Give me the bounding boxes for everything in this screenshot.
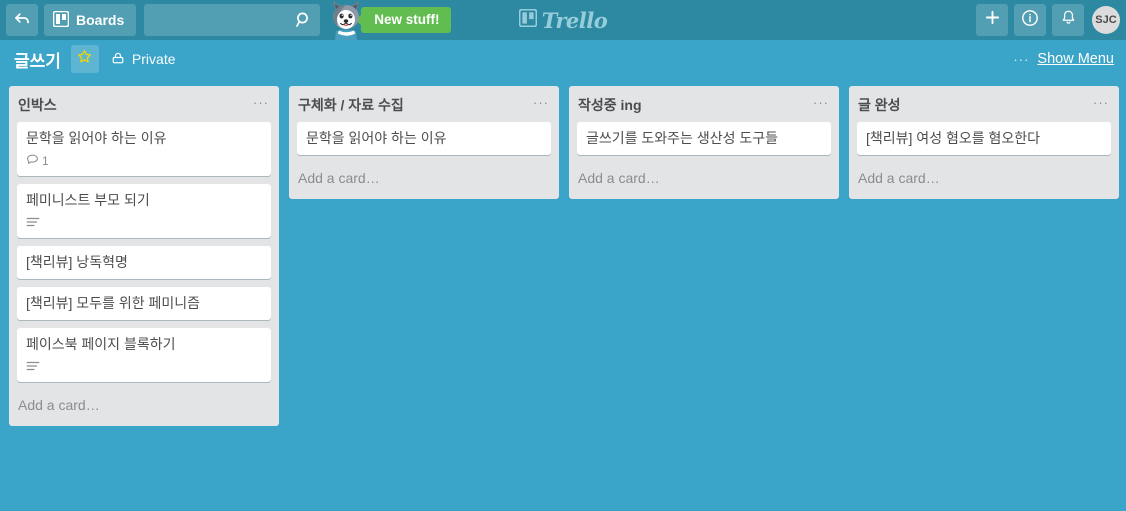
- add-card-button[interactable]: Add a card…: [9, 390, 279, 422]
- card-badge-value: 1: [42, 154, 49, 168]
- star-button[interactable]: [70, 45, 99, 73]
- board-header: 글쓰기 Private ··· Show Menu: [0, 40, 1126, 78]
- card-list: 문학을 읽어야 하는 이유 1 페미니스트 부모 되기 [책리뷰] 낭독혁명 [책리뷰]…: [9, 122, 279, 390]
- card-badges: 1: [26, 153, 263, 169]
- show-menu-button[interactable]: Show Menu: [1037, 51, 1114, 67]
- list: 글 완성 ··· [책리뷰] 여성 혐오를 혐오한다 Add a card…: [849, 86, 1119, 199]
- list-menu-button[interactable]: ···: [531, 96, 551, 110]
- board-title[interactable]: 글쓰기: [14, 47, 61, 72]
- card-title: 글쓰기를 도와주는 생산성 도구들: [586, 130, 778, 146]
- mascot-group[interactable]: New stuff!: [328, 0, 452, 40]
- card-badge-description: [26, 360, 40, 375]
- list-menu-button[interactable]: ···: [251, 96, 271, 110]
- list-header: 작성중 ing ···: [569, 86, 839, 122]
- board-visibility[interactable]: Private: [111, 51, 176, 68]
- board-header-right: ··· Show Menu: [1013, 51, 1114, 67]
- back-button[interactable]: [6, 4, 38, 36]
- card[interactable]: [책리뷰] 여성 혐오를 혐오한다: [857, 122, 1111, 155]
- back-arrow-icon: [13, 9, 31, 32]
- search-input[interactable]: [144, 4, 321, 36]
- board-menu-dots[interactable]: ···: [1013, 52, 1029, 67]
- card[interactable]: 문학을 읽어야 하는 이유: [297, 122, 551, 155]
- bell-icon: [1060, 9, 1077, 31]
- card-title: 문학을 읽어야 하는 이유: [306, 130, 447, 146]
- card-title: [책리뷰] 낭독혁명: [26, 254, 128, 270]
- card-list: 글쓰기를 도와주는 생산성 도구들: [569, 122, 839, 163]
- card-title: [책리뷰] 모두를 위한 페미니즘: [26, 295, 201, 311]
- avatar[interactable]: SJC: [1092, 6, 1120, 34]
- lock-icon: [111, 51, 125, 68]
- add-card-button[interactable]: Add a card…: [289, 163, 559, 195]
- card-title: 페이스북 페이지 블록하기: [26, 336, 176, 352]
- list: 구체화 / 자료 수집 ··· 문학을 읽어야 하는 이유 Add a card…: [289, 86, 559, 199]
- card[interactable]: [책리뷰] 모두를 위한 페미니즘: [17, 287, 271, 320]
- card-badge-comments: 1: [26, 153, 49, 169]
- card[interactable]: 페미니스트 부모 되기: [17, 184, 271, 238]
- board-icon: [52, 10, 70, 30]
- add-button[interactable]: [976, 4, 1008, 36]
- card[interactable]: 글쓰기를 도와주는 생산성 도구들: [577, 122, 831, 155]
- trello-logo-text: Trello: [541, 7, 608, 33]
- list-header: 글 완성 ···: [849, 86, 1119, 122]
- husky-dog-icon: [328, 0, 366, 40]
- card-badge-description: [26, 216, 40, 231]
- star-icon: [77, 49, 92, 69]
- notifications-button[interactable]: [1052, 4, 1084, 36]
- list-title[interactable]: 글 완성: [858, 96, 1091, 114]
- card-title: 페미니스트 부모 되기: [26, 192, 150, 208]
- board-visibility-label: Private: [131, 51, 176, 67]
- list-header: 구체화 / 자료 수집 ···: [289, 86, 559, 122]
- new-stuff-badge[interactable]: New stuff!: [355, 7, 452, 33]
- boards-button[interactable]: Boards: [44, 4, 137, 36]
- card-list: [책리뷰] 여성 혐오를 혐오한다: [849, 122, 1119, 163]
- card[interactable]: 페이스북 페이지 블록하기: [17, 328, 271, 382]
- comment-icon: [26, 153, 39, 169]
- card-title: [책리뷰] 여성 혐오를 혐오한다: [866, 130, 1041, 146]
- card[interactable]: 문학을 읽어야 하는 이유 1: [17, 122, 271, 176]
- add-card-button[interactable]: Add a card…: [849, 163, 1119, 195]
- info-icon: [1021, 9, 1039, 32]
- plus-icon: [984, 9, 1001, 31]
- list: 작성중 ing ··· 글쓰기를 도와주는 생산성 도구들 Add a card…: [569, 86, 839, 199]
- card-list: 문학을 읽어야 하는 이유: [289, 122, 559, 163]
- list-title[interactable]: 작성중 ing: [578, 96, 811, 114]
- info-button[interactable]: [1014, 4, 1046, 36]
- list: 인박스 ··· 문학을 읽어야 하는 이유 1 페미니스트 부모 되기 [책리뷰] 낭독혁…: [9, 86, 279, 426]
- search-box[interactable]: [144, 4, 321, 36]
- list-title[interactable]: 구체화 / 자료 수집: [298, 96, 531, 114]
- header-right-actions: SJC: [976, 4, 1120, 36]
- card[interactable]: [책리뷰] 낭독혁명: [17, 246, 271, 279]
- card-badges: [26, 359, 263, 375]
- list-header: 인박스 ···: [9, 86, 279, 122]
- top-header: Boards New stuff! Trello SJC: [0, 0, 1126, 40]
- card-badges: [26, 215, 263, 231]
- list-menu-button[interactable]: ···: [811, 96, 831, 110]
- list-menu-button[interactable]: ···: [1091, 96, 1111, 110]
- boards-button-label: Boards: [76, 12, 125, 28]
- card-title: 문학을 읽어야 하는 이유: [26, 130, 167, 146]
- description-icon: [26, 360, 40, 375]
- list-title[interactable]: 인박스: [18, 96, 251, 114]
- board-canvas: 인박스 ··· 문학을 읽어야 하는 이유 1 페미니스트 부모 되기 [책리뷰] 낭독혁…: [0, 78, 1126, 511]
- add-card-button[interactable]: Add a card…: [569, 163, 839, 195]
- description-icon: [26, 216, 40, 231]
- trello-board-icon: [518, 8, 538, 32]
